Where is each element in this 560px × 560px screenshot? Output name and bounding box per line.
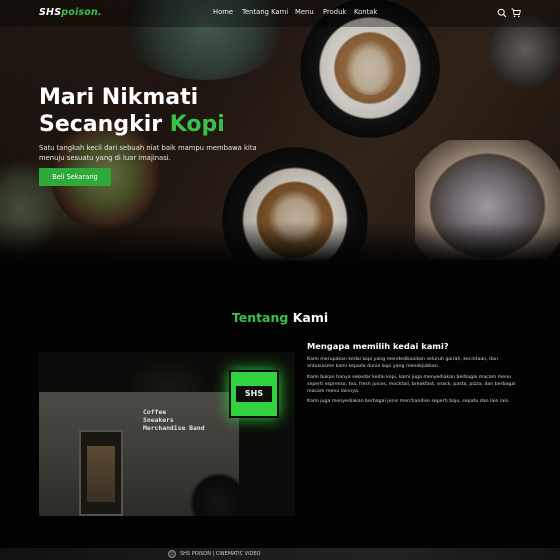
hero-title: Mari Nikmati Secangkir Kopi — [39, 84, 225, 138]
wall-text-line2: Sneakers — [143, 416, 174, 424]
wall-text-line3: Merchandise Band — [143, 424, 205, 432]
doorway — [79, 430, 123, 516]
brand-logo[interactable]: SHSpoison. — [39, 7, 102, 18]
hero-title-line1: Mari Nikmati — [39, 85, 199, 110]
wall-text: Coffee Sneakers Merchandise Band — [143, 408, 205, 432]
about-title-main: Kami — [292, 310, 329, 325]
nav-link-kontak[interactable]: Kontak — [354, 8, 377, 16]
video-title[interactable]: SHS POISON | CINEMATIC VIDEO — [180, 551, 261, 557]
about-title-accent: Tentang — [231, 310, 289, 325]
hero-fade — [0, 222, 560, 262]
about-heading: Mengapa memilih kedai kami? — [307, 341, 449, 351]
nav-link-produk[interactable]: Produk — [323, 8, 346, 16]
cart-icon[interactable] — [511, 8, 521, 18]
neon-sign-text: SHS — [236, 386, 272, 402]
nav-link-menu[interactable]: Menu — [295, 8, 314, 16]
navbar: SHSpoison. Home Tentang Kami Menu Produk… — [0, 0, 560, 27]
hero-title-line2-text: Secangkir — [39, 112, 163, 137]
logo-main: SHS — [39, 7, 62, 18]
nav-link-tentang-kami[interactable]: Tentang Kami — [242, 8, 288, 16]
about-paragraph-3: Kami juga menyediakan berbagai jenis mer… — [307, 399, 510, 404]
hero-title-line2: Secangkir Kopi — [39, 111, 225, 138]
logo-accent: poison. — [61, 7, 102, 18]
motorbike-silhouette — [189, 472, 249, 516]
about-paragraph-2: Kami bukan hanya sekedar kedai kopi, kam… — [307, 375, 516, 395]
buy-now-button[interactable]: Beli Sekarang — [39, 168, 111, 186]
door-glow — [87, 446, 115, 502]
video-section — [0, 548, 560, 560]
wall-text-line1: Coffee — [143, 408, 167, 416]
neon-sign: SHS — [229, 370, 279, 418]
hero-subtitle: Satu tangkah kecil dari sebuah niat baik… — [39, 144, 257, 162]
hero-title-accent: Kopi — [169, 112, 225, 137]
about-image: Coffee Sneakers Merchandise Band SHS — [39, 352, 295, 516]
search-icon[interactable] — [497, 8, 507, 18]
about-paragraph-1: Kami merupakan kedai kopi yang mendedika… — [307, 357, 498, 370]
about-section-title: Tentang Kami — [0, 310, 560, 325]
nav-link-home[interactable]: Home — [213, 8, 233, 16]
channel-avatar-icon — [168, 550, 176, 558]
